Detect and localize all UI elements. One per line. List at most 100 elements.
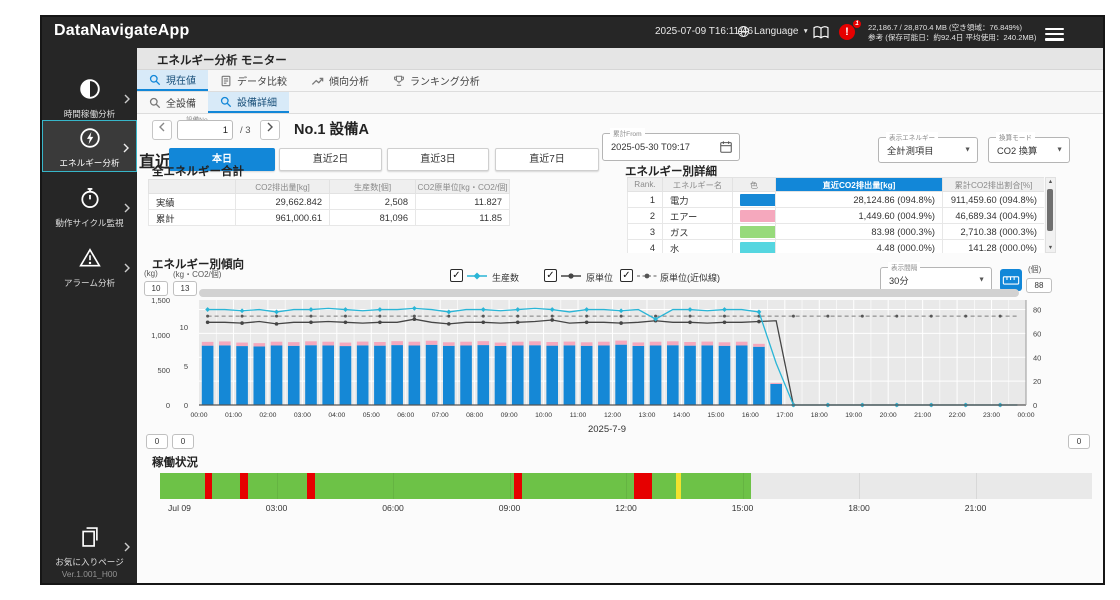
language-menu[interactable]: Language ▼ (737, 25, 809, 38)
scroll-up-icon[interactable]: ▲ (1046, 179, 1055, 185)
tab-equipment-detail[interactable]: 設備詳細 (208, 92, 289, 113)
caret-down-icon: ▼ (964, 147, 971, 154)
axis-tick-label: 09:00 (501, 412, 518, 419)
scrollbar-thumb[interactable] (1047, 189, 1053, 231)
row-label: 累計 (149, 210, 236, 226)
chart-date-label: 2025-7-9 (137, 424, 1077, 435)
period-7days-button[interactable]: 直近7日 (495, 148, 599, 171)
axis-tick-label: 07:00 (432, 412, 449, 419)
axis-tick-label: 40 (1033, 353, 1041, 362)
stop-segment (240, 473, 247, 499)
table-row: 累計 961,000.61 81,096 11.85 (149, 210, 510, 226)
axis-tick-label: 00:00 (1017, 412, 1034, 419)
status-gridline (976, 473, 977, 499)
next-equipment-button[interactable] (260, 120, 280, 140)
color-swatch (740, 194, 776, 206)
calendar-icon[interactable] (719, 140, 733, 154)
display-energy-select[interactable]: 表示エネルギー 全計測項目 ▼ (878, 137, 978, 163)
col-header: CO2排出量[kg] (236, 180, 330, 194)
axis-unit-co2: (kg・CO2/個) (173, 269, 221, 280)
axis-count-max-input[interactable]: 88 (1026, 278, 1052, 293)
axis-tick-label: 22:00 (949, 412, 966, 419)
status-gridline (393, 473, 394, 499)
status-gridline (510, 473, 511, 499)
col-header[interactable]: 累計CO2排出割合[%] (943, 178, 1045, 192)
legend-checkbox-unit[interactable]: ✓ (544, 269, 557, 282)
manual-book-icon[interactable] (812, 25, 830, 40)
chevron-right-icon (124, 94, 130, 104)
tab-label: 現在値 (166, 72, 196, 87)
tab-label: 設備詳細 (237, 94, 277, 109)
status-gridline (277, 473, 278, 499)
total-energy-table: CO2排出量[kg] 生産数[個] CO2原単位[kg・CO2/個] 実績 29… (148, 179, 510, 226)
axis-unit-min-input[interactable]: 0 (172, 434, 194, 449)
axis-tick-label: 05:00 (363, 412, 380, 419)
conversion-mode-select[interactable]: 換算モード CO2 換算 ▼ (988, 137, 1070, 163)
detail-table-scrollbar[interactable]: ▲ ▼ (1045, 177, 1056, 253)
production-marker-icon (466, 271, 488, 281)
cell-value: 11.85 (416, 210, 510, 226)
axis-tick-label: 1,500 (151, 296, 170, 305)
sidebar-item-energy-analysis[interactable]: エネルギー分析 (42, 120, 137, 172)
axis-tick-label: 18:00 (811, 412, 828, 419)
status-time-label: 12:00 (615, 503, 637, 513)
tab-ranking-analysis[interactable]: ランキング分析 (381, 70, 492, 91)
energy-name-cell: エアー (663, 208, 733, 224)
period-2days-button[interactable]: 直近2日 (279, 148, 382, 171)
axis-tick-label: 20 (1033, 377, 1041, 386)
status-time-axis: Jul 0903:0006:0009:0012:0015:0018:0021:0… (160, 503, 1092, 515)
color-cell (733, 224, 776, 240)
ruler-button[interactable] (1000, 269, 1022, 291)
tab-trend-analysis[interactable]: 傾向分析 (299, 70, 381, 91)
status-time-label: 15:00 (732, 503, 754, 513)
cell-value: 11.827 (416, 194, 510, 210)
sidebar-item-cycle-monitor[interactable]: 動作サイクル監視 (42, 181, 137, 233)
table-row[interactable]: 2エアー1,449.60 (004.9%)46,689.34 (004.9%) (628, 208, 1045, 224)
axis-count-min-input[interactable]: 0 (1068, 434, 1090, 449)
page-title: エネルギー分析 モニター (157, 52, 287, 68)
table-row[interactable]: 3ガス83.98 (000.3%)2,710.38 (000.3%) (628, 224, 1045, 240)
status-section-title: 稼働状況 (152, 454, 198, 470)
tab-data-compare[interactable]: データ比較 (208, 70, 299, 91)
display-energy-value: 全計測項目 (887, 143, 934, 157)
axis-tick-label: 1,000 (151, 331, 170, 340)
menu-icon[interactable] (1045, 25, 1064, 44)
sidebar-item-label: お気に入りページ (42, 556, 137, 568)
primary-tabs: 現在値 データ比較 傾向分析 ランキング分析 (137, 70, 1105, 92)
alert-icon[interactable]: ! 1 (839, 24, 855, 40)
sidebar: 時間稼働分析 エネルギー分析 動作サイクル監視 アラーム分析 お気に入りページ … (42, 48, 137, 585)
app-header: DataNavigateApp 2025-07-09 T16:11:46 Lan… (42, 17, 1103, 48)
conversion-mode-label: 換算モード (996, 132, 1035, 142)
page-title-bar: エネルギー分析 モニター (137, 48, 1105, 70)
sidebar-item-time-operation[interactable]: 時間稼働分析 (42, 72, 137, 124)
energy-name-cell: 電力 (663, 192, 733, 208)
tab-all-equipment[interactable]: 全設備 (137, 92, 208, 113)
tab-current-value[interactable]: 現在値 (137, 70, 208, 91)
scroll-down-icon[interactable]: ▼ (1046, 245, 1055, 251)
run-segment (160, 473, 751, 499)
period-3days-button[interactable]: 直近3日 (387, 148, 489, 171)
axis-tick-label: 19:00 (845, 412, 862, 419)
legend-checkbox-production[interactable]: ✓ (450, 269, 463, 282)
col-header-selected[interactable]: 直近CO2排出量[kg] (776, 178, 943, 192)
table-row[interactable]: 1電力28,124.86 (094.8%)911,459.60 (094.8%) (628, 192, 1045, 208)
cumulative-from-field[interactable]: 累計From 2025-05-30 T09:17 (602, 133, 740, 161)
axis-tick-label: 16:00 (742, 412, 759, 419)
table-row[interactable]: 4水4.48 (000.0%)141.28 (000.0%) (628, 240, 1045, 254)
axis-unit-count: (個) (1028, 264, 1041, 275)
tab-label: ランキング分析 (410, 73, 480, 88)
equipment-no-input[interactable]: 1 (177, 120, 233, 140)
col-header: エネルギー名 (663, 178, 733, 192)
axis-tick-label: 14:00 (673, 412, 690, 419)
equipment-title: No.1 設備A (294, 118, 369, 139)
axis-kg-min-input[interactable]: 0 (146, 434, 168, 449)
energy-detail-table-wrap: Rank. エネルギー名 色 直近CO2排出量[kg] 累計CO2排出割合[%]… (627, 177, 1044, 253)
sidebar-item-favorites[interactable]: お気に入りページ (42, 520, 137, 568)
operating-status-bar (160, 473, 1092, 499)
sidebar-item-alarm-analysis[interactable]: アラーム分析 (42, 241, 137, 293)
prev-equipment-button[interactable] (152, 120, 172, 140)
legend-checkbox-unit-approx[interactable]: ✓ (620, 269, 633, 282)
chevron-right-icon (123, 143, 129, 153)
status-time-label: Jul 09 (168, 503, 191, 513)
cell-value: 29,662.842 (236, 194, 330, 210)
